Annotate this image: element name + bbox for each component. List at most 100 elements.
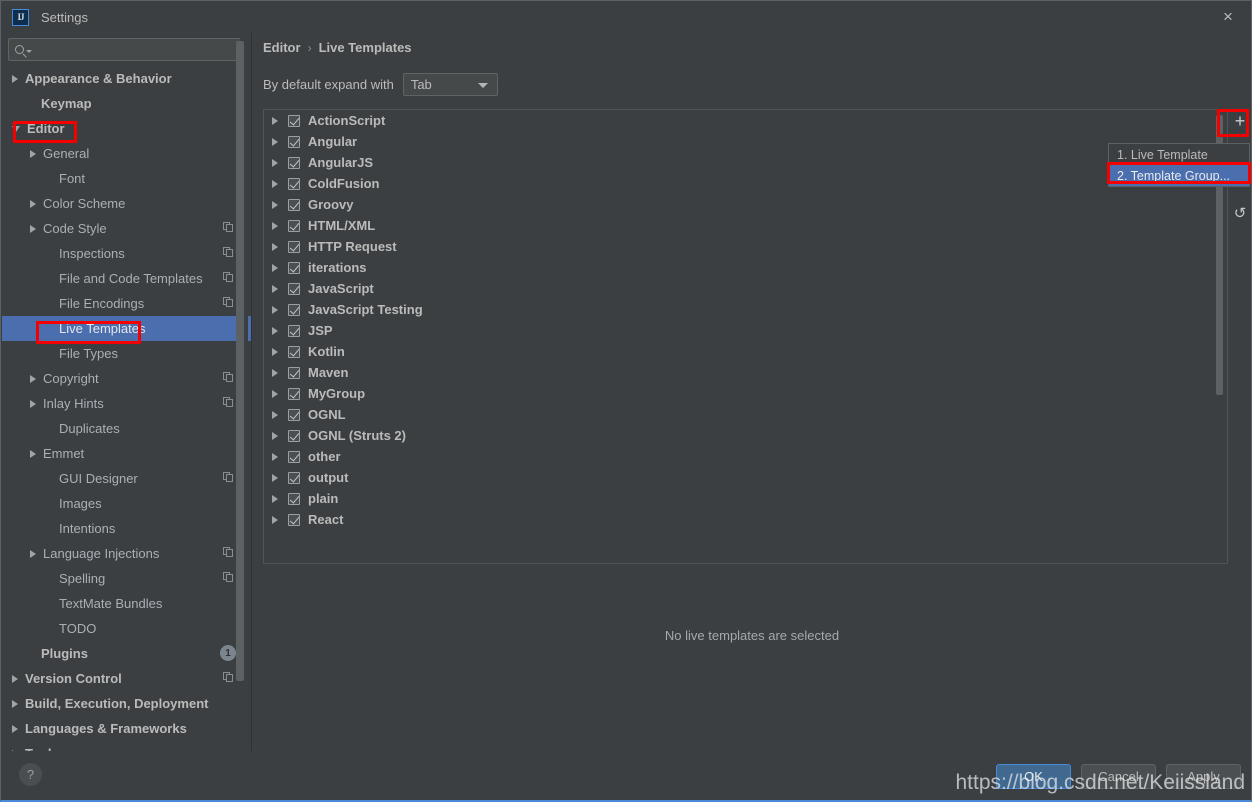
sidebar-item-emmet[interactable]: Emmet: [2, 441, 252, 466]
popup-menu-item[interactable]: 1. Live Template: [1109, 144, 1249, 165]
sidebar-item-general[interactable]: General: [2, 141, 252, 166]
chevron-right-icon[interactable]: [272, 305, 278, 314]
chevron-right-icon[interactable]: [12, 74, 18, 83]
sidebar-item-inspections[interactable]: Inspections: [2, 241, 252, 266]
template-group-row[interactable]: output: [264, 467, 1211, 488]
template-group-row[interactable]: ColdFusion: [264, 173, 1211, 194]
template-group-checkbox[interactable]: [288, 219, 300, 232]
chevron-down-icon[interactable]: [12, 125, 20, 132]
chevron-right-icon[interactable]: [272, 263, 278, 272]
ok-button[interactable]: OK: [996, 764, 1071, 789]
sidebar-item-duplicates[interactable]: Duplicates: [2, 416, 252, 441]
template-group-checkbox[interactable]: [288, 261, 300, 274]
template-group-row[interactable]: Groovy: [264, 194, 1211, 215]
sidebar-item-intentions[interactable]: Intentions: [2, 516, 252, 541]
template-group-row[interactable]: JavaScript: [264, 278, 1211, 299]
search-box[interactable]: [8, 38, 246, 61]
copy-settings-icon[interactable]: [223, 247, 234, 258]
template-group-row[interactable]: iterations: [264, 257, 1211, 278]
template-group-row[interactable]: JSP: [264, 320, 1211, 341]
expand-with-select[interactable]: Tab: [402, 73, 498, 96]
template-group-checkbox[interactable]: [288, 345, 300, 358]
sidebar-item-build-execution-deployment[interactable]: Build, Execution, Deployment: [2, 691, 252, 716]
chevron-right-icon[interactable]: [272, 494, 278, 503]
chevron-right-icon[interactable]: [30, 224, 36, 233]
chevron-right-icon[interactable]: [272, 515, 278, 524]
chevron-right-icon[interactable]: [12, 699, 18, 708]
template-group-checkbox[interactable]: [288, 198, 300, 211]
copy-settings-icon[interactable]: [223, 372, 234, 383]
close-icon[interactable]: ×: [1205, 1, 1251, 33]
template-group-row[interactable]: HTML/XML: [264, 215, 1211, 236]
template-group-checkbox[interactable]: [288, 450, 300, 463]
chevron-right-icon[interactable]: [272, 410, 278, 419]
sidebar-item-editor[interactable]: Editor: [2, 116, 252, 141]
chevron-right-icon[interactable]: [272, 326, 278, 335]
copy-settings-icon[interactable]: [223, 547, 234, 558]
chevron-right-icon[interactable]: [30, 449, 36, 458]
sidebar-item-gui-designer[interactable]: GUI Designer: [2, 466, 252, 491]
search-input[interactable]: [37, 42, 245, 57]
chevron-right-icon[interactable]: [12, 674, 18, 683]
add-template-button[interactable]: +: [1229, 109, 1251, 133]
chevron-right-icon[interactable]: [272, 200, 278, 209]
breadcrumb-parent[interactable]: Editor: [263, 40, 301, 55]
template-group-row[interactable]: plain: [264, 488, 1211, 509]
help-button[interactable]: ?: [19, 763, 42, 786]
copy-settings-icon[interactable]: [223, 472, 234, 483]
sidebar-item-font[interactable]: Font: [2, 166, 252, 191]
sidebar-item-file-types[interactable]: File Types: [2, 341, 252, 366]
template-group-checkbox[interactable]: [288, 114, 300, 127]
chevron-right-icon[interactable]: [30, 549, 36, 558]
copy-settings-icon[interactable]: [223, 397, 234, 408]
copy-settings-icon[interactable]: [223, 672, 234, 683]
template-group-checkbox[interactable]: [288, 240, 300, 253]
copy-settings-icon[interactable]: [223, 572, 234, 583]
chevron-right-icon[interactable]: [272, 158, 278, 167]
chevron-right-icon[interactable]: [30, 399, 36, 408]
template-group-row[interactable]: AngularJS: [264, 152, 1211, 173]
template-group-checkbox[interactable]: [288, 387, 300, 400]
copy-settings-icon[interactable]: [223, 272, 234, 283]
template-group-row[interactable]: Maven: [264, 362, 1211, 383]
popup-menu-item[interactable]: 2. Template Group...: [1109, 165, 1249, 186]
template-group-checkbox[interactable]: [288, 492, 300, 505]
chevron-right-icon[interactable]: [272, 284, 278, 293]
chevron-right-icon[interactable]: [272, 179, 278, 188]
template-group-row[interactable]: MyGroup: [264, 383, 1211, 404]
sidebar-item-images[interactable]: Images: [2, 491, 252, 516]
sidebar-item-copyright[interactable]: Copyright: [2, 366, 252, 391]
sidebar-scrollbar-track[interactable]: [236, 33, 248, 718]
template-group-checkbox[interactable]: [288, 282, 300, 295]
template-group-row[interactable]: OGNL: [264, 404, 1211, 425]
sidebar-item-appearance-behavior[interactable]: Appearance & Behavior: [2, 66, 252, 91]
chevron-right-icon[interactable]: [272, 137, 278, 146]
cancel-button[interactable]: Cancel: [1081, 764, 1156, 789]
template-group-checkbox[interactable]: [288, 513, 300, 526]
template-group-checkbox[interactable]: [288, 366, 300, 379]
sidebar-item-tools[interactable]: Tools: [2, 741, 252, 751]
chevron-right-icon[interactable]: [272, 389, 278, 398]
template-group-checkbox[interactable]: [288, 429, 300, 442]
chevron-right-icon[interactable]: [272, 452, 278, 461]
template-group-checkbox[interactable]: [288, 303, 300, 316]
template-group-checkbox[interactable]: [288, 135, 300, 148]
chevron-right-icon[interactable]: [12, 724, 18, 733]
template-group-row[interactable]: React: [264, 509, 1211, 530]
copy-settings-icon[interactable]: [223, 297, 234, 308]
template-group-checkbox[interactable]: [288, 324, 300, 337]
copy-settings-icon[interactable]: [223, 222, 234, 233]
sidebar-scrollbar-thumb[interactable]: [236, 41, 244, 681]
template-group-row[interactable]: HTTP Request: [264, 236, 1211, 257]
template-group-checkbox[interactable]: [288, 408, 300, 421]
apply-button[interactable]: Apply: [1166, 764, 1241, 789]
template-group-row[interactable]: Kotlin: [264, 341, 1211, 362]
chevron-right-icon[interactable]: [272, 242, 278, 251]
chevron-right-icon[interactable]: [272, 116, 278, 125]
chevron-right-icon[interactable]: [30, 149, 36, 158]
template-group-checkbox[interactable]: [288, 156, 300, 169]
template-group-row[interactable]: ActionScript: [264, 110, 1211, 131]
chevron-right-icon[interactable]: [272, 368, 278, 377]
sidebar-item-keymap[interactable]: Keymap: [2, 91, 252, 116]
sidebar-item-plugins[interactable]: Plugins 1: [2, 641, 252, 666]
